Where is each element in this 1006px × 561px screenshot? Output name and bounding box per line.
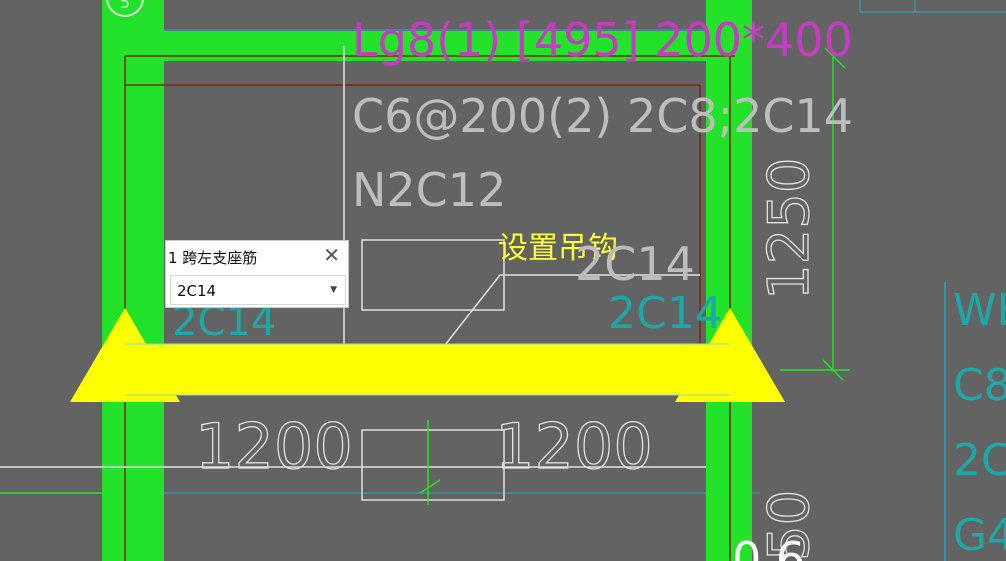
right-label-4: G4 [953,510,1006,561]
dimension-right: 1200 [495,410,653,483]
cad-canvas[interactable]: 5 Lg8(1) [495] 200*400 C6@200(2) 2C8;2C1… [0,0,1006,561]
side-bar-label: N2C12 [352,163,506,217]
chevron-down-icon: ▼ [330,285,337,295]
beam-label: Lg8(1) [495] 200*400 [352,13,853,67]
rebar-dropdown-value: 2C14 [177,282,217,300]
close-icon[interactable]: ✕ [323,243,340,267]
dimension-vertical: 1250 [757,157,822,300]
right-label-1: WK [953,285,1006,336]
rebar-dropdown[interactable]: 2C14 ▼ [170,275,346,305]
rebar-input-popup: 1 跨左支座筋 ✕ 2C14 ▼ [165,240,349,308]
stirrup-label: C6@200(2) 2C8;2C14 [352,89,853,143]
popup-title: 1 跨左支座筋 [168,249,258,267]
span-bar-top-white: 2C14 [575,237,695,291]
dimension-left: 1200 [195,410,353,483]
bottom-right-text: 0 6 [732,532,805,561]
right-label-2: C8 [953,360,1006,411]
axis-marker-label: 5 [120,0,130,12]
right-label-3: 2C [953,435,1006,486]
span-bar-cyan-right: 2C14 [608,288,723,339]
